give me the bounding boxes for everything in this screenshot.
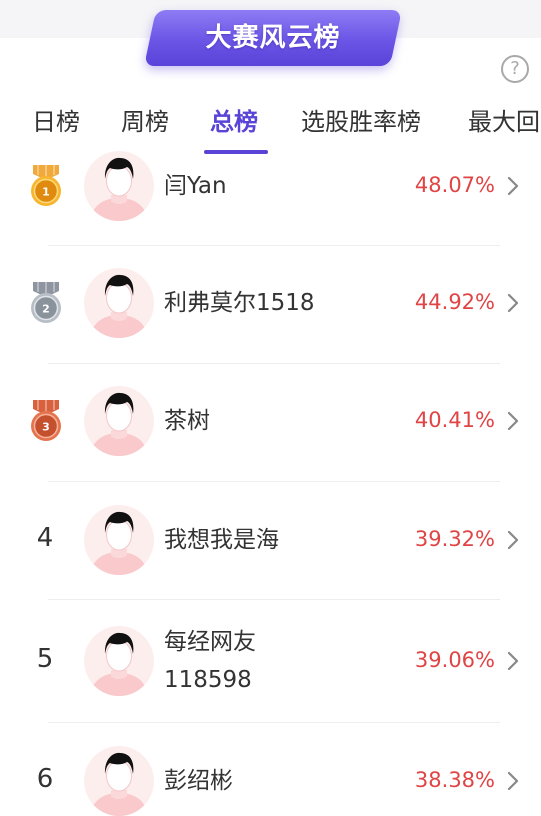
svg-text:3: 3 xyxy=(42,421,50,434)
user-name: 彭绍彬 xyxy=(164,768,233,794)
chevron-right-icon[interactable] xyxy=(505,529,521,551)
user-name: 利弗莫尔1518 xyxy=(164,290,315,316)
row-divider xyxy=(48,481,500,482)
question-circle-icon[interactable]: ? xyxy=(501,55,529,83)
user-name: 闫Yan xyxy=(164,173,227,199)
banner-title: 大赛风云榜 xyxy=(205,23,341,53)
avatar[interactable] xyxy=(84,151,154,221)
ranking-row[interactable]: 2 利弗莫尔1518 44.92% xyxy=(0,244,541,362)
row-divider xyxy=(48,245,500,246)
return-percent: 40.41% xyxy=(414,408,495,432)
chevron-right-icon[interactable] xyxy=(505,175,521,197)
chevron-right-icon[interactable] xyxy=(505,770,521,792)
ranking-row[interactable]: 4 我想我是海 39.32% xyxy=(0,481,541,599)
chevron-right-icon[interactable] xyxy=(505,410,521,432)
silver-medal-icon: 2 xyxy=(29,282,63,324)
user-name: 茶树 xyxy=(164,408,210,434)
ranking-row[interactable]: 3 茶树 40.41% xyxy=(0,362,541,480)
return-percent: 39.32% xyxy=(414,527,495,551)
avatar[interactable] xyxy=(84,746,154,816)
row-divider xyxy=(48,363,500,364)
gold-medal-icon: 1 xyxy=(29,165,63,207)
ranking-row[interactable]: 6 彭绍彬 38.38% xyxy=(0,722,541,816)
row-divider xyxy=(48,722,500,723)
rank-number: 6 xyxy=(36,764,54,794)
row-divider xyxy=(48,599,500,600)
bronze-medal-icon: 3 xyxy=(29,400,63,442)
return-percent: 44.92% xyxy=(414,290,495,314)
svg-text:1: 1 xyxy=(42,186,50,199)
chevron-right-icon[interactable] xyxy=(505,650,521,672)
svg-text:2: 2 xyxy=(42,303,50,316)
user-name: 每经网友 xyxy=(164,629,256,655)
return-percent: 39.06% xyxy=(414,648,495,672)
rank-number: 4 xyxy=(36,523,54,553)
avatar[interactable] xyxy=(84,626,154,696)
rank-number: 5 xyxy=(36,644,54,674)
leaderboard-page: 大赛风云榜 ? 日榜 周榜 总榜 选股胜率榜 最大回 1 闫Yan 48.07% 2 利… xyxy=(0,0,541,816)
ranking-row[interactable]: 5 每经网友 118598 39.06% xyxy=(0,602,541,720)
chevron-right-icon[interactable] xyxy=(505,292,521,314)
ranking-row[interactable]: 1 闫Yan 48.07% xyxy=(0,127,541,245)
avatar[interactable] xyxy=(84,505,154,575)
user-name: 我想我是海 xyxy=(164,527,279,553)
return-percent: 38.38% xyxy=(414,768,495,792)
return-percent: 48.07% xyxy=(414,173,495,197)
user-name: 118598 xyxy=(164,667,252,693)
avatar[interactable] xyxy=(84,386,154,456)
avatar[interactable] xyxy=(84,268,154,338)
